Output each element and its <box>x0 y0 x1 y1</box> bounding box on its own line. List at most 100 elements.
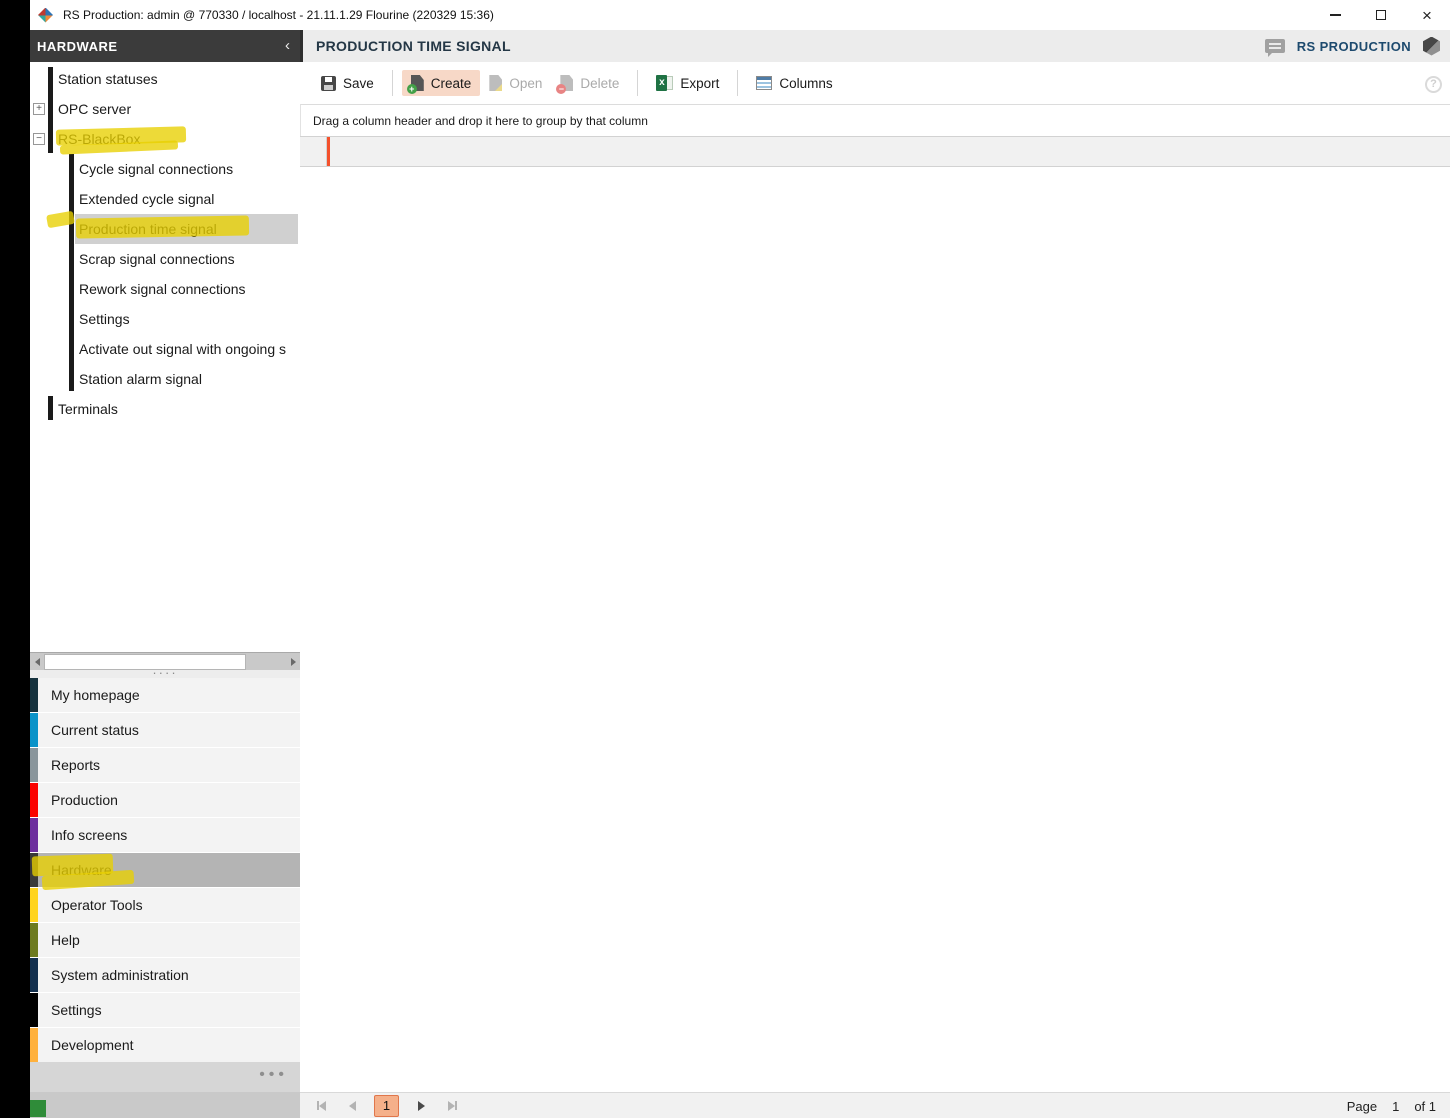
tree-item-label: OPC server <box>58 101 132 117</box>
menu-item-label: Reports <box>51 757 101 773</box>
menu-item-info-screens[interactable]: Info screens <box>30 818 300 852</box>
menu-item-label: Operator Tools <box>51 897 143 913</box>
left-black-edge <box>0 0 30 1118</box>
sidebar-bottom-strip <box>30 1092 300 1118</box>
tree-item-label: Station alarm signal <box>79 371 202 387</box>
pagination-bar: 1 Page 1 of 1 <box>300 1092 1450 1118</box>
window-controls: × <box>1312 0 1450 30</box>
scroll-left-icon[interactable] <box>30 653 44 671</box>
menu-item-label: My homepage <box>51 687 140 703</box>
menu-stripe <box>30 783 38 817</box>
sidebar-splitter[interactable]: ···· <box>30 666 300 679</box>
highlight-marker <box>75 215 250 239</box>
export-button[interactable]: x Export <box>647 70 728 96</box>
chat-icon[interactable] <box>1264 39 1285 57</box>
tree-item-terminals[interactable]: Terminals <box>30 394 300 424</box>
menu-item-system-administration[interactable]: System administration <box>30 958 300 992</box>
columns-icon <box>756 76 773 90</box>
toolbar-separator <box>391 70 393 96</box>
tree-item-label: Rework signal connections <box>79 281 246 297</box>
menu-item-settings[interactable]: Settings <box>30 993 300 1027</box>
grid-body <box>300 167 1450 1092</box>
menu-stripe <box>30 678 38 712</box>
sidebar-collapse-button[interactable]: ‹ <box>285 37 290 54</box>
status-square-icon <box>30 1100 46 1117</box>
menu-stripe <box>30 993 38 1027</box>
tree-item-label: Terminals <box>58 401 118 417</box>
menu-item-my-homepage[interactable]: My homepage <box>30 678 300 712</box>
create-button[interactable]: + Create <box>401 70 481 96</box>
scrollbar-thumb[interactable] <box>44 653 246 670</box>
page-of-label: of 1 <box>1414 1098 1436 1114</box>
menu-item-label: Info screens <box>51 827 128 843</box>
menu-item-reports[interactable]: Reports <box>30 748 300 782</box>
sidebar-header-title: HARDWARE <box>37 38 118 54</box>
grid-header-cell[interactable] <box>330 137 1450 166</box>
collapse-icon[interactable]: − <box>33 133 45 145</box>
tree-item-label: Extended cycle signal <box>79 191 215 207</box>
main-menu: My homepage Current status Reports Produ… <box>30 678 300 1062</box>
hardware-tree: + − Station statuses OPC server RS-Black… <box>30 62 300 652</box>
tree-item-opc-server[interactable]: OPC server <box>30 94 300 124</box>
menu-stripe <box>30 958 38 992</box>
open-button: Open <box>480 70 551 96</box>
tree-item-station-statuses[interactable]: Station statuses <box>30 64 300 94</box>
toolbar-separator <box>637 70 639 96</box>
tree-item-extended-cycle-signal[interactable]: Extended cycle signal <box>30 184 300 214</box>
page-label: Page <box>1346 1098 1378 1114</box>
menu-item-development[interactable]: Development <box>30 1028 300 1062</box>
page-indicator: Page 1 of 1 <box>1347 1093 1436 1118</box>
menu-item-production[interactable]: Production <box>30 783 300 817</box>
last-page-button[interactable] <box>443 1097 461 1115</box>
current-page-box[interactable]: 1 <box>374 1094 399 1117</box>
columns-button[interactable]: Columns <box>747 71 841 96</box>
grid-header-row <box>300 136 1450 167</box>
menu-stripe <box>30 1028 38 1062</box>
maximize-button[interactable] <box>1358 0 1404 30</box>
tree-item-rework-signal-connections[interactable]: Rework signal connections <box>30 274 300 304</box>
tree-item-label: Scrap signal connections <box>79 251 235 267</box>
tree-item-activate-out-signal[interactable]: Activate out signal with ongoing s <box>30 334 300 364</box>
minimize-button[interactable] <box>1312 0 1358 30</box>
sidebar-header: HARDWARE ‹ <box>30 30 300 62</box>
menu-item-current-status[interactable]: Current status <box>30 713 300 747</box>
close-button[interactable]: × <box>1404 0 1450 30</box>
menu-item-help[interactable]: Help <box>30 923 300 957</box>
grid-header-cell[interactable] <box>300 137 327 166</box>
group-by-drop-zone[interactable]: Drag a column header and drop it here to… <box>300 104 1450 136</box>
menu-item-label: Current status <box>51 722 139 738</box>
page-title: PRODUCTION TIME SIGNAL <box>316 38 511 54</box>
menu-overflow-bar: ••• <box>30 1062 300 1092</box>
help-icon[interactable]: ? <box>1425 76 1442 93</box>
menu-overflow-button[interactable]: ••• <box>259 1066 288 1084</box>
menu-stripe <box>30 888 38 922</box>
expand-icon[interactable]: + <box>33 103 45 115</box>
title-bar: RS Production: admin @ 770330 / localhos… <box>30 0 1450 30</box>
tree-item-station-alarm-signal[interactable]: Station alarm signal <box>30 364 300 394</box>
menu-stripe <box>30 713 38 747</box>
content-area: PRODUCTION TIME SIGNAL RS PRODUCTION Sav… <box>300 30 1450 1118</box>
maximize-icon <box>1376 10 1386 20</box>
excel-export-icon: x <box>656 75 674 91</box>
toolbar-separator <box>737 70 739 96</box>
scroll-right-icon[interactable] <box>286 653 300 671</box>
tree-item-scrap-signal-connections[interactable]: Scrap signal connections <box>30 244 300 274</box>
tree-item-cycle-signal-connections[interactable]: Cycle signal connections <box>30 154 300 184</box>
menu-item-label: Settings <box>51 1002 102 1018</box>
tree-item-settings[interactable]: Settings <box>30 304 300 334</box>
hexagon-logo-icon <box>1423 36 1440 56</box>
menu-item-operator-tools[interactable]: Operator Tools <box>30 888 300 922</box>
toolbar: Save + Create Open − Delete x Export Col… <box>300 62 1450 104</box>
first-page-button[interactable] <box>312 1097 330 1115</box>
menu-stripe <box>30 818 38 852</box>
page-number: 1 <box>1392 1098 1400 1114</box>
brand-label: RS PRODUCTION <box>1296 38 1411 54</box>
tree-item-label: Station statuses <box>58 71 158 87</box>
save-button[interactable]: Save <box>312 71 383 96</box>
menu-item-label: Development <box>51 1037 134 1053</box>
create-icon: + <box>406 75 424 94</box>
menu-item-label: Production <box>51 792 118 808</box>
next-page-button[interactable] <box>412 1097 430 1115</box>
previous-page-button[interactable] <box>343 1097 361 1115</box>
delete-icon: − <box>556 75 574 94</box>
